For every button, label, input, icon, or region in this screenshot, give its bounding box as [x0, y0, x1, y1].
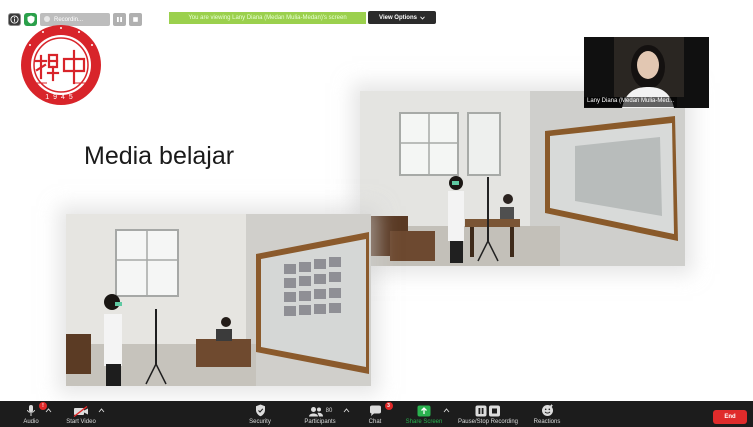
- share-screen-label: Share Screen: [405, 419, 443, 425]
- screen-share-banner: You are viewing Lany Diana (Medan Mulia-…: [169, 12, 366, 24]
- security-button[interactable]: Security: [245, 401, 275, 427]
- recording-label: Recordin...: [54, 16, 84, 23]
- share-screen-icon: [417, 405, 431, 417]
- participants-options-chevron-icon[interactable]: [343, 407, 350, 414]
- start-video-label: Start Video: [66, 419, 96, 425]
- classroom-photo-right: [360, 91, 685, 266]
- chevron-down-icon: [420, 16, 425, 20]
- self-view-video[interactable]: Lany Diana (Medan Mulia-Med...: [584, 37, 709, 108]
- participants-icon: [308, 407, 323, 417]
- chat-label: Chat: [368, 419, 382, 425]
- end-meeting-button[interactable]: End: [713, 410, 747, 424]
- chat-button[interactable]: 3 Chat: [362, 401, 393, 427]
- slide-title: Media belajar: [84, 142, 235, 170]
- audio-label: Audio: [23, 419, 39, 425]
- participants-label: Participants: [304, 419, 336, 425]
- participants-count: 80: [325, 408, 333, 414]
- reactions-label: Reactions: [533, 419, 561, 425]
- video-options-chevron-icon[interactable]: [98, 407, 105, 414]
- share-options-chevron-icon[interactable]: [443, 407, 450, 414]
- classroom-photo-left: [66, 214, 371, 386]
- smiley-icon: [541, 404, 553, 416]
- pause-recording-button[interactable]: [113, 13, 126, 26]
- audio-button[interactable]: ! Audio: [18, 401, 47, 427]
- recording-dot-icon: [44, 16, 50, 22]
- pause-stop-recording-button[interactable]: Pause/Stop Recording: [455, 401, 521, 427]
- chat-bubble-icon: [369, 405, 381, 416]
- logo-year: 1945: [45, 94, 77, 101]
- video-off-icon: [73, 406, 88, 417]
- microphone-icon: [27, 405, 35, 416]
- chat-unread-badge: 3: [384, 402, 393, 410]
- meeting-toolbar: ! Audio Start Video Security 80 Particip…: [0, 401, 753, 427]
- start-video-button[interactable]: Start Video: [63, 401, 99, 427]
- view-options-button[interactable]: View Options: [368, 11, 436, 24]
- reactions-button[interactable]: Reactions: [532, 401, 562, 427]
- pause-stop-recording-label: Pause/Stop Recording: [457, 419, 519, 425]
- stop-recording-button[interactable]: [129, 13, 142, 26]
- shield-icon: [255, 404, 265, 417]
- school-logo: 1945: [19, 23, 103, 107]
- self-view-name: Lany Diana (Medan Mulia-Med...: [584, 97, 678, 107]
- view-options-label: View Options: [379, 14, 417, 21]
- security-label: Security: [249, 419, 271, 425]
- pause-stop-icon: [475, 405, 500, 417]
- share-screen-button[interactable]: Share Screen: [403, 401, 445, 427]
- audio-options-chevron-icon[interactable]: [45, 407, 52, 414]
- participants-button[interactable]: 80 Participants: [298, 401, 342, 427]
